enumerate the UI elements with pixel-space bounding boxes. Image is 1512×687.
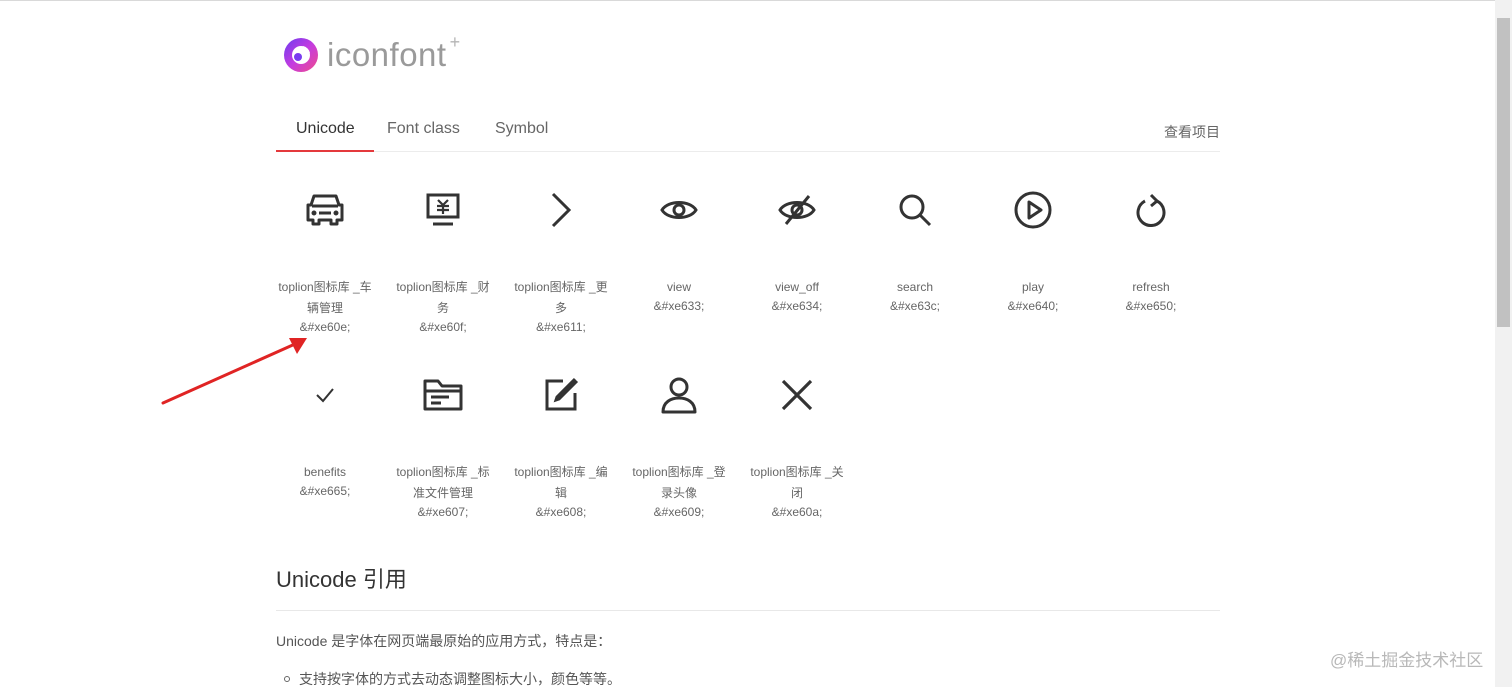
icon-card[interactable]: view_off &#xe634; [747,186,847,315]
watermark: @稀土掘金技术社区 [1330,651,1484,670]
active-tab-underline [276,150,374,152]
icon-name: toplion图标库 _编辑 [514,465,608,500]
car-icon [275,186,375,234]
icon-card[interactable]: toplion图标库 _标准文件管理 &#xe607; [393,371,493,521]
chevron-right-icon [511,186,611,234]
section-description: Unicode 是字体在网页端最原始的应用方式，特点是： [276,633,612,649]
icon-card[interactable]: search &#xe63c; [865,186,965,315]
icon-code: &#xe608; [535,505,587,519]
iconfont-logo[interactable]: iconfont + [283,32,461,74]
edit-icon [511,371,611,419]
icon-name: toplion图标库 _登录头像 [632,465,726,500]
icon-name: toplion图标库 _关闭 [750,465,844,500]
view-project-link[interactable]: 查看项目 [1164,122,1220,142]
list-item: 支持按字体的方式去动态调整图标大小，颜色等等。 [284,669,621,687]
user-icon [629,371,729,419]
play-icon [983,186,1083,234]
icon-name: toplion图标库 _更多 [514,280,608,315]
icon-card[interactable]: play &#xe640; [983,186,1083,315]
icon-card[interactable]: toplion图标库 _登录头像 &#xe609; [629,371,729,521]
eye-icon [629,186,729,234]
icon-name: search [896,280,934,294]
finance-icon [393,186,493,234]
icon-name: toplion图标库 _财务 [396,280,490,315]
icon-code: &#xe665; [299,484,351,498]
icon-card[interactable]: refresh &#xe650; [1101,186,1201,315]
icon-name: view_off [775,280,819,294]
icon-code: &#xe60a; [771,505,823,519]
eye-off-icon [747,186,847,234]
icon-card[interactable]: toplion图标库 _关闭 &#xe60a; [747,371,847,521]
icon-code: &#xe650; [1125,299,1177,313]
icon-name: toplion图标库 _标准文件管理 [396,465,490,500]
icon-card[interactable]: toplion图标库 _财务 &#xe60f; [393,186,493,336]
icon-code: &#xe634; [771,299,823,313]
annotation-arrow [161,338,307,405]
section-divider [276,610,1220,611]
logo-text: iconfont + [327,32,461,73]
icon-code: &#xe640; [1007,299,1059,313]
icon-card[interactable]: toplion图标库 _更多 &#xe611; [511,186,611,336]
folder-icon [393,371,493,419]
icon-name: benefits [303,465,347,479]
icon-code: &#xe609; [653,505,705,519]
icon-card[interactable]: view &#xe633; [629,186,729,315]
vertical-scrollbar[interactable] [1495,0,1512,687]
icon-name: refresh [1132,280,1170,294]
refresh-icon [1101,186,1201,234]
scrollbar-thumb[interactable] [1497,18,1510,327]
tab-font-class[interactable]: Font class [387,120,460,152]
icon-name: view [666,280,691,294]
icon-code: &#xe607; [417,505,469,519]
logo-plus: + [449,32,461,52]
tab-bar: Unicode Font class Symbol 查看项目 [276,112,1220,152]
icon-code: &#xe63c; [889,299,941,313]
window-top-border [0,0,1512,1]
list-item-text: 支持按字体的方式去动态调整图标大小，颜色等等。 [299,671,621,687]
close-icon [747,371,847,419]
icon-code: &#xe633; [653,299,705,313]
icon-name: play [1021,280,1044,294]
icon-code: &#xe611; [536,320,586,334]
section-title: Unicode 引用 [276,567,407,592]
tab-symbol[interactable]: Symbol [495,120,548,152]
icon-name: toplion图标库 _车辆管理 [278,280,372,315]
bullet-icon [284,676,290,682]
icon-card[interactable]: toplion图标库 _车辆管理 &#xe60e; [275,186,375,336]
search-icon [865,186,965,234]
tab-unicode[interactable]: Unicode [296,120,355,152]
icon-code: &#xe60f; [419,320,467,334]
iconfont-logo-icon [284,38,318,72]
icon-card[interactable]: toplion图标库 _编辑 &#xe608; [511,371,611,521]
